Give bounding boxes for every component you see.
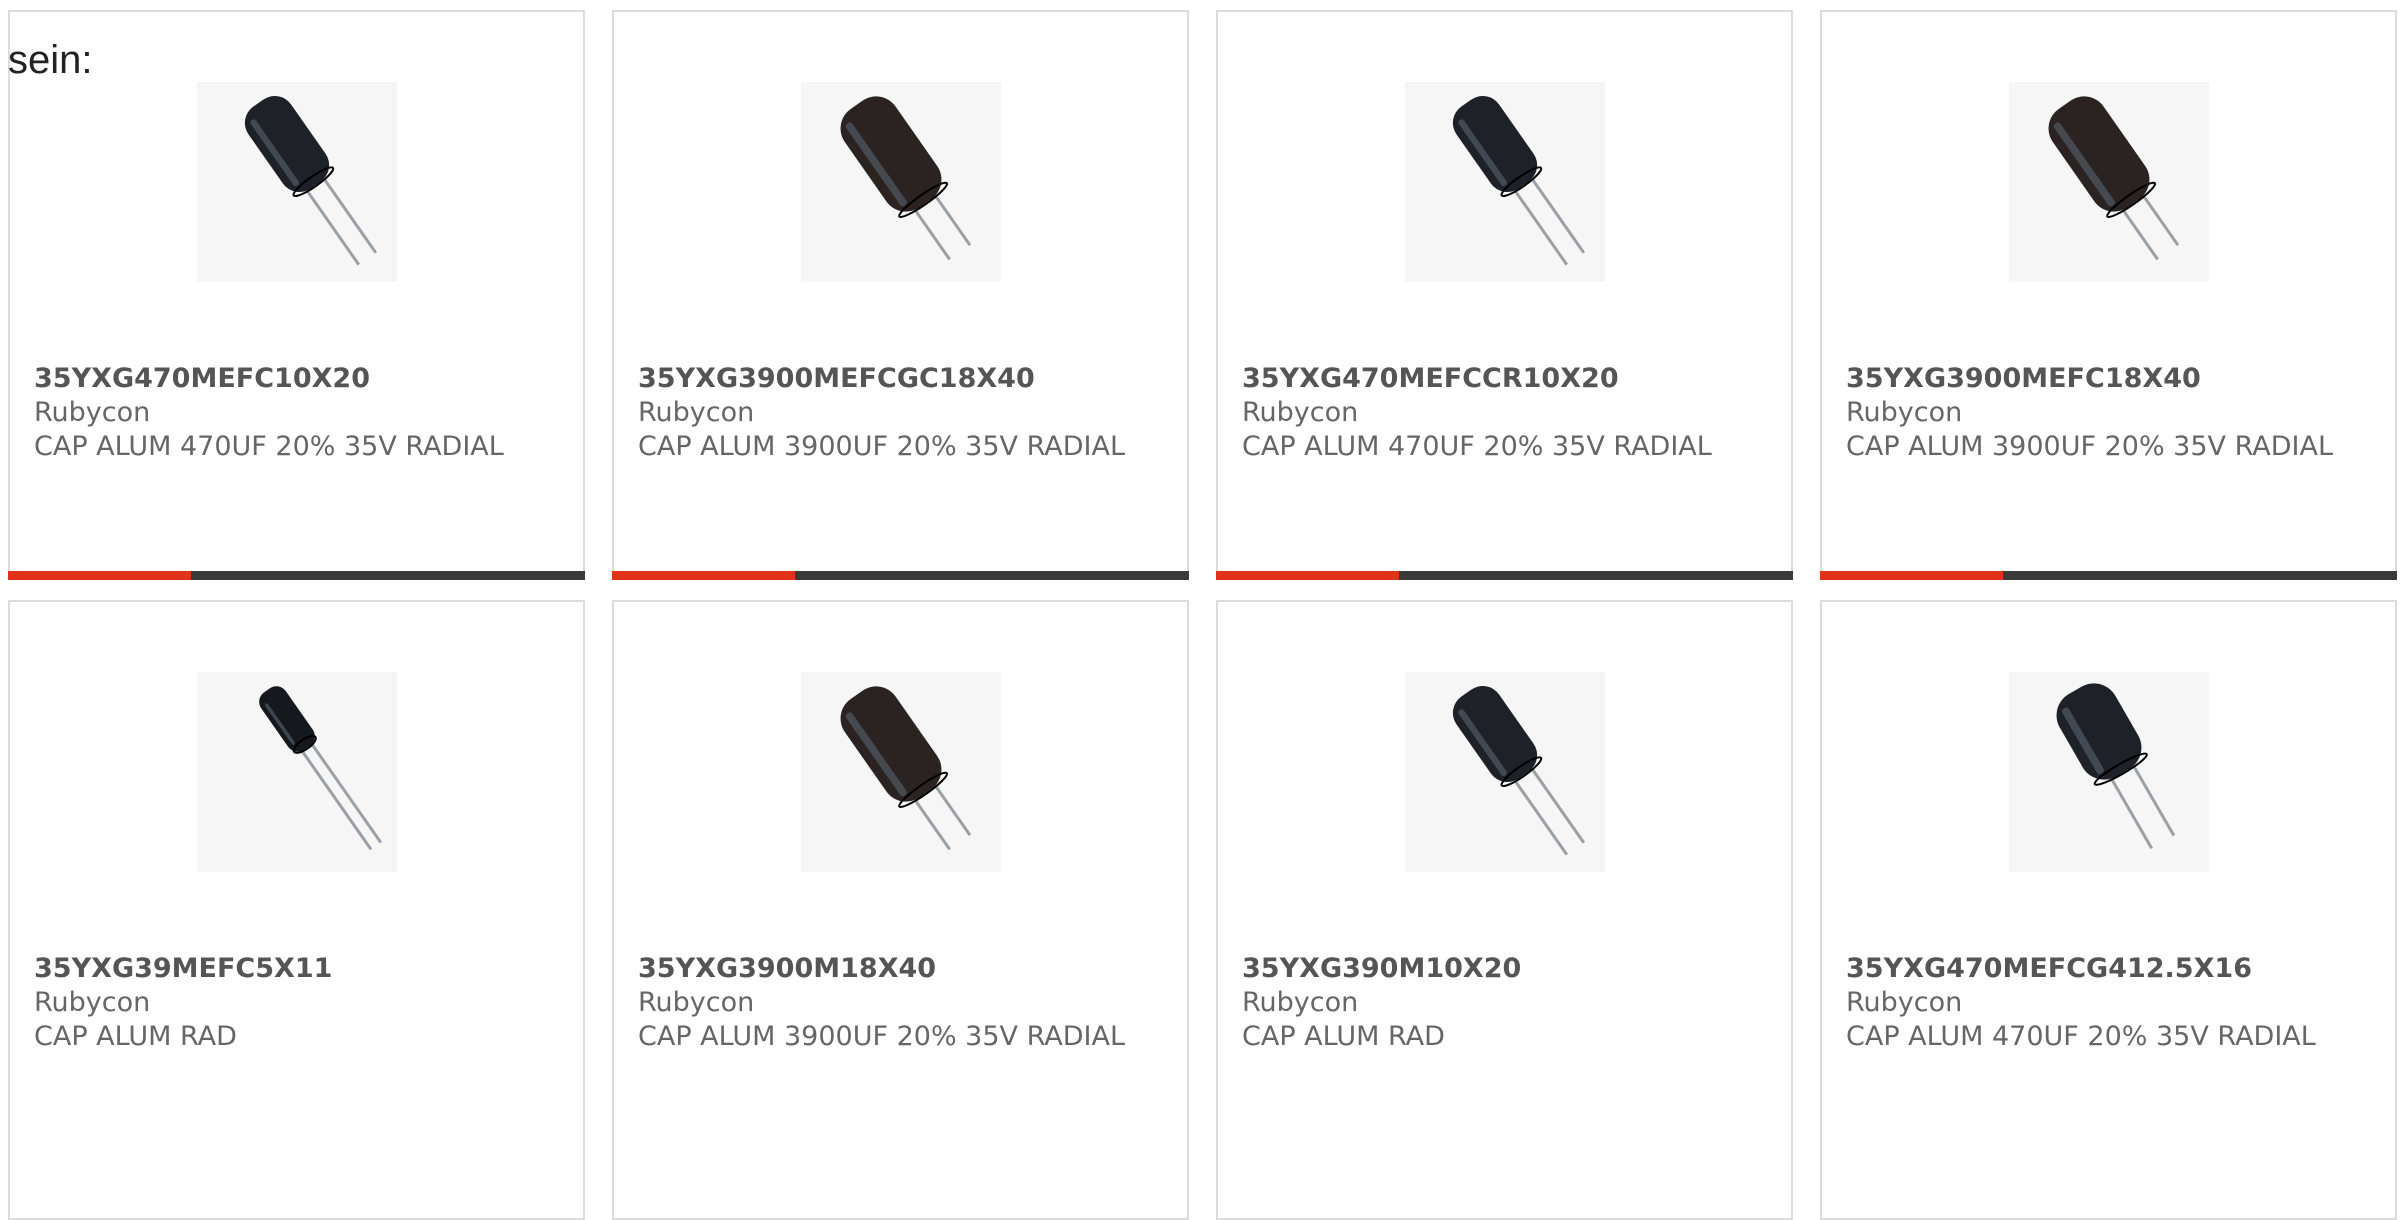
section-heading: sein:	[8, 38, 93, 82]
card-footer-bar	[612, 571, 1189, 580]
part-number[interactable]: 35YXG39MEFC5X11	[34, 952, 573, 986]
product-card[interactable]: 35YXG390M10X20 Rubycon CAP ALUM RAD	[1216, 600, 1793, 1220]
capacitor-icon	[1452, 95, 1585, 266]
part-number[interactable]: 35YXG470MEFCG412.5X16	[1846, 952, 2385, 986]
description: CAP ALUM 470UF 20% 35V RADIAL	[34, 431, 504, 462]
part-number[interactable]: 35YXG470MEFC10X20	[34, 362, 573, 396]
description: CAP ALUM RAD	[34, 1021, 237, 1052]
product-card[interactable]: 35YXG39MEFC5X11 Rubycon CAP ALUM RAD	[8, 600, 585, 1220]
part-number[interactable]: 35YXG3900MEFCGC18X40	[638, 362, 1177, 396]
product-image	[1404, 672, 1605, 872]
capacitor-icon	[840, 686, 971, 851]
description: CAP ALUM 3900UF 20% 35V RADIAL	[1846, 431, 2333, 462]
card-footer-bar	[1216, 571, 1793, 580]
manufacturer: Rubycon	[638, 397, 755, 428]
manufacturer: Rubycon	[34, 987, 151, 1018]
product-image	[800, 672, 1001, 872]
product-image	[2008, 82, 2209, 282]
product-image	[1404, 82, 1605, 282]
description: CAP ALUM 470UF 20% 35V RADIAL	[1242, 431, 1712, 462]
part-number[interactable]: 35YXG3900MEFC18X40	[1846, 362, 2385, 396]
product-image	[196, 82, 397, 282]
product-card[interactable]: 35YXG3900MEFC18X40 Rubycon CAP ALUM 3900…	[1820, 10, 2397, 580]
card-footer-bar	[8, 571, 585, 580]
product-card[interactable]: 35YXG470MEFCCR10X20 Rubycon CAP ALUM 470…	[1216, 10, 1793, 580]
card-accent-bar	[1820, 571, 2003, 580]
part-number[interactable]: 35YXG470MEFCCR10X20	[1242, 362, 1781, 396]
capacitor-icon	[2056, 683, 2175, 850]
product-card[interactable]: 35YXG470MEFCG412.5X16 Rubycon CAP ALUM 4…	[1820, 600, 2397, 1220]
capacitor-icon	[258, 686, 382, 851]
card-accent-bar	[1216, 571, 1399, 580]
manufacturer: Rubycon	[638, 987, 755, 1018]
capacitor-icon	[1452, 685, 1585, 856]
description: CAP ALUM 3900UF 20% 35V RADIAL	[638, 1021, 1125, 1052]
description: CAP ALUM 470UF 20% 35V RADIAL	[1846, 1021, 2316, 1052]
product-card[interactable]: 35YXG3900M18X40 Rubycon CAP ALUM 3900UF …	[612, 600, 1189, 1220]
description: CAP ALUM 3900UF 20% 35V RADIAL	[638, 431, 1125, 462]
manufacturer: Rubycon	[1242, 397, 1359, 428]
product-image	[196, 672, 397, 872]
card-accent-bar	[612, 571, 795, 580]
capacitor-icon	[840, 96, 971, 261]
manufacturer: Rubycon	[1242, 987, 1359, 1018]
manufacturer: Rubycon	[1846, 987, 1963, 1018]
manufacturer: Rubycon	[1846, 397, 1963, 428]
product-image	[2008, 672, 2209, 872]
product-card[interactable]: 35YXG3900MEFCGC18X40 Rubycon CAP ALUM 39…	[612, 10, 1189, 580]
card-footer-bar	[1820, 571, 2397, 580]
product-image	[800, 82, 1001, 282]
capacitor-icon	[244, 95, 377, 266]
part-number[interactable]: 35YXG390M10X20	[1242, 952, 1781, 986]
card-accent-bar	[8, 571, 191, 580]
manufacturer: Rubycon	[34, 397, 151, 428]
part-number[interactable]: 35YXG3900M18X40	[638, 952, 1177, 986]
capacitor-icon	[2048, 96, 2179, 261]
product-card[interactable]: 35YXG470MEFC10X20 Rubycon CAP ALUM 470UF…	[8, 10, 585, 580]
description: CAP ALUM RAD	[1242, 1021, 1445, 1052]
